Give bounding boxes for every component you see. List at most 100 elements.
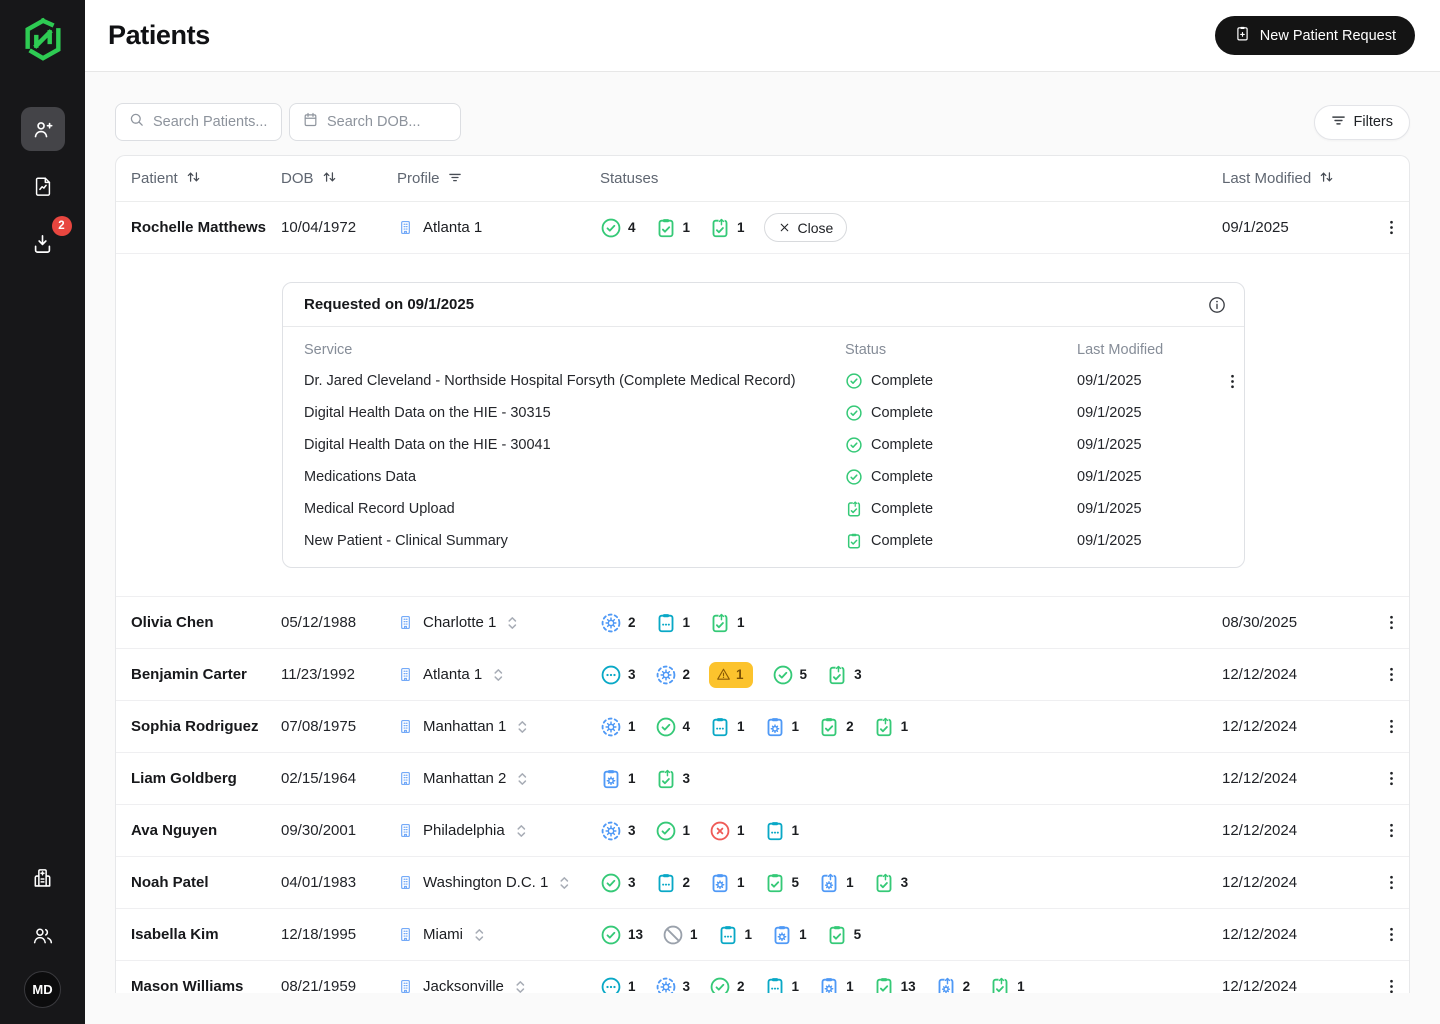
column-patient[interactable]: Patient [131, 170, 281, 188]
search-dob-input[interactable] [327, 114, 448, 130]
sidebar-item-reports[interactable] [21, 164, 65, 208]
check-circle-icon [845, 468, 863, 486]
column-dob[interactable]: DOB [281, 170, 397, 188]
clipboard-gear-up-icon [818, 872, 840, 894]
service-row: Digital Health Data on the HIE - 30315Co… [283, 397, 1244, 429]
table-row[interactable]: Noah Patel04/01/1983Washington D.C. 1321… [116, 857, 1409, 909]
status-badge-clipboard-check: 5 [826, 924, 862, 946]
profile-selector-icon[interactable] [474, 927, 485, 943]
column-last-modified[interactable]: Last Modified [1222, 170, 1373, 188]
table-row[interactable]: Liam Goldberg02/15/1964Manhattan 21312/1… [116, 753, 1409, 805]
service-menu-icon[interactable] [1223, 372, 1242, 391]
row-menu-icon[interactable] [1382, 873, 1401, 892]
profile-selector-icon[interactable] [517, 719, 528, 735]
table-row[interactable]: Benjamin Carter11/23/1992Atlanta 1321531… [116, 649, 1409, 701]
building-icon [397, 219, 414, 236]
search-patients-input[interactable] [153, 114, 269, 130]
request-title: Requested on 09/1/2025 [304, 296, 474, 313]
patient-dob: 11/23/1992 [281, 666, 397, 683]
row-menu-icon[interactable] [1382, 218, 1401, 237]
table-row[interactable]: Rochelle Matthews10/04/1972Atlanta 1411C… [116, 202, 1409, 254]
service-status: Complete [845, 436, 1077, 454]
patient-profile: Charlotte 1 [397, 614, 600, 631]
row-menu-icon[interactable] [1382, 977, 1401, 993]
row-menu-icon[interactable] [1382, 925, 1401, 944]
column-statuses: Statuses [600, 170, 1222, 187]
sort-icon [1319, 170, 1334, 188]
row-menu-icon[interactable] [1382, 665, 1401, 684]
building-icon [397, 770, 414, 787]
service-status: Complete [845, 468, 1077, 486]
calendar-icon [302, 111, 319, 133]
last-modified: 12/12/2024 [1222, 874, 1373, 891]
info-icon[interactable] [1207, 295, 1227, 315]
row-menu-icon[interactable] [1382, 717, 1401, 736]
table-body: Rochelle Matthews10/04/1972Atlanta 1411C… [116, 202, 1409, 993]
sidebar-item-downloads[interactable]: 2 [21, 221, 65, 265]
sidebar-item-team[interactable] [21, 913, 65, 957]
profile-selector-icon[interactable] [559, 875, 570, 891]
user-avatar[interactable]: MD [24, 971, 61, 1008]
patient-dob: 04/01/1983 [281, 874, 397, 891]
status-badge-clipboard-check: 2 [818, 716, 854, 738]
status-badge-clipboard-upload: 3 [826, 664, 862, 686]
patient-name: Benjamin Carter [131, 666, 281, 683]
patient-name: Noah Patel [131, 874, 281, 891]
building-icon [397, 926, 414, 943]
clipboard-dots-icon [655, 872, 677, 894]
status-badge-clipboard-upload: 1 [709, 217, 745, 239]
row-menu-icon[interactable] [1382, 769, 1401, 788]
status-badge-check-circle: 2 [709, 976, 745, 994]
status-badge-gear-dashed: 3 [655, 976, 691, 994]
table-row[interactable]: Mason Williams08/21/1959Jacksonville1321… [116, 961, 1409, 993]
brand-logo-icon[interactable] [17, 13, 69, 65]
close-button[interactable]: Close [764, 213, 848, 242]
clipboard-check-icon [873, 976, 895, 994]
patient-profile: Atlanta 1 [397, 219, 600, 236]
sidebar-item-facilities[interactable] [21, 855, 65, 899]
status-badge-gear-dashed: 1 [600, 716, 636, 738]
row-menu-icon[interactable] [1382, 821, 1401, 840]
patient-statuses: 411Close [600, 213, 1222, 242]
gear-dashed-icon [600, 820, 622, 842]
patient-profile: Manhattan 2 [397, 770, 600, 787]
check-circle-icon [655, 820, 677, 842]
status-badge-check-circle: 3 [600, 872, 636, 894]
clipboard-gear-icon [600, 768, 622, 790]
column-profile[interactable]: Profile [397, 170, 600, 187]
table-row[interactable]: Sophia Rodriguez07/08/1975Manhattan 1141… [116, 701, 1409, 753]
service-name: Dr. Jared Cleveland - Northside Hospital… [304, 373, 845, 389]
clipboard-upload-icon [709, 217, 731, 239]
row-menu-icon[interactable] [1382, 613, 1401, 632]
profile-selector-icon[interactable] [517, 771, 528, 787]
profile-selector-icon[interactable] [507, 615, 518, 631]
content-area: Filters Patient DOB [85, 72, 1440, 993]
clipboard-upload-icon [709, 612, 731, 634]
service-row: New Patient - Clinical SummaryComplete09… [283, 525, 1244, 557]
profile-name: Charlotte 1 [423, 614, 496, 631]
patient-name: Rochelle Matthews [131, 219, 281, 236]
clipboard-check-icon [818, 716, 840, 738]
status-badge-clipboard-gear: 1 [709, 872, 745, 894]
status-badge-clipboard-check: 13 [873, 976, 916, 994]
service-name: Digital Health Data on the HIE - 30041 [304, 437, 845, 453]
table-row[interactable]: Ava Nguyen09/30/2001Philadelphia311112/1… [116, 805, 1409, 857]
sidebar-item-patients[interactable] [21, 107, 65, 151]
table-row[interactable]: Olivia Chen05/12/1988Charlotte 121108/30… [116, 597, 1409, 649]
service-row: Digital Health Data on the HIE - 30041Co… [283, 429, 1244, 461]
profile-selector-icon[interactable] [515, 979, 526, 994]
hospital-icon [31, 866, 54, 889]
profile-selector-icon[interactable] [516, 823, 527, 839]
profile-selector-icon[interactable] [493, 667, 504, 683]
status-badge-clipboard-dots: 1 [764, 820, 800, 842]
patient-profile: Washington D.C. 1 [397, 874, 600, 891]
patient-dob: 02/15/1964 [281, 770, 397, 787]
filters-button[interactable]: Filters [1314, 105, 1410, 140]
status-badge-clipboard-dots: 1 [764, 976, 800, 994]
building-icon [397, 614, 414, 631]
search-patients-field[interactable] [115, 103, 282, 141]
search-dob-field[interactable] [289, 103, 461, 141]
new-patient-request-button[interactable]: New Patient Request [1215, 16, 1415, 55]
table-row[interactable]: Isabella Kim12/18/1995Miami13111512/12/2… [116, 909, 1409, 961]
patient-statuses: 131115 [600, 924, 1222, 946]
